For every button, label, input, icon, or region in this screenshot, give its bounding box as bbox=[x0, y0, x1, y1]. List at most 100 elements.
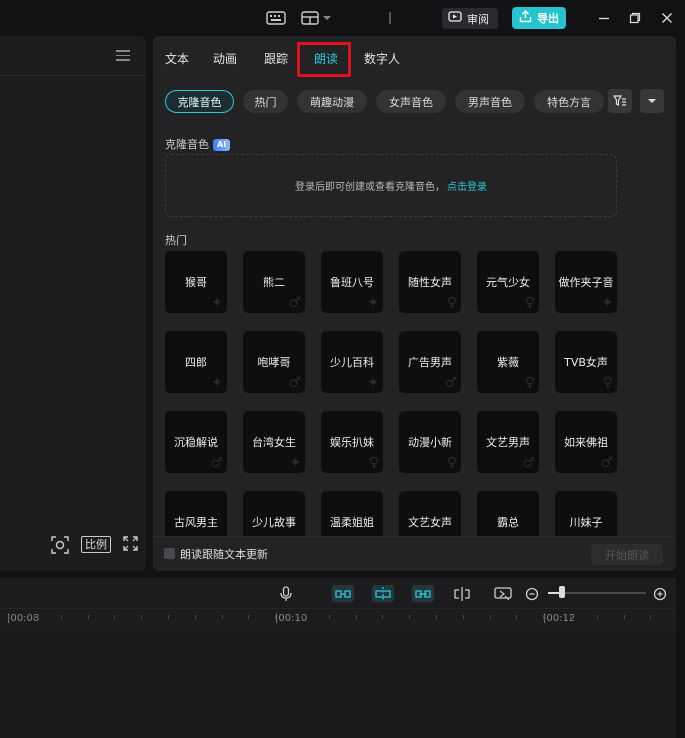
voice-card[interactable]: ✦ 鲁班八号 bbox=[321, 251, 383, 313]
clone-title-text: 克隆音色 bbox=[165, 138, 209, 151]
zoom-slider[interactable] bbox=[548, 586, 646, 598]
voice-deco-icon: ♂ bbox=[288, 375, 301, 391]
chevron-down-icon[interactable] bbox=[322, 9, 332, 27]
split-preview-icon[interactable] bbox=[453, 585, 471, 602]
clone-prompt: 登录后即可创建或查看克隆音色， bbox=[295, 182, 445, 193]
chip-cute-anime[interactable]: 萌趣动漫 bbox=[297, 90, 367, 113]
voice-label: 鲁班八号 bbox=[330, 276, 374, 289]
chip-dialect[interactable]: 特色方言 bbox=[534, 90, 604, 113]
menu-icon[interactable] bbox=[116, 50, 130, 62]
voice-label: 温柔姐姐 bbox=[330, 516, 374, 529]
screenshot-icon[interactable] bbox=[51, 536, 69, 554]
layout-icon[interactable] bbox=[300, 9, 320, 27]
close-icon[interactable] bbox=[660, 10, 674, 26]
track-area[interactable] bbox=[0, 630, 676, 738]
voice-card[interactable]: ♀ TVB女声 bbox=[555, 331, 617, 393]
ratio-button[interactable]: 比例 bbox=[81, 536, 111, 553]
export-button[interactable]: 导出 bbox=[512, 7, 566, 29]
link-clips-icon[interactable] bbox=[412, 585, 434, 602]
voice-card[interactable]: ♀ 娱乐扒妹 bbox=[321, 411, 383, 473]
tab-tracking[interactable]: 跟踪 bbox=[264, 50, 288, 67]
voice-deco-icon: ♀ bbox=[446, 455, 457, 471]
ruler-tick bbox=[302, 615, 303, 619]
voice-deco-icon: ✦ bbox=[289, 455, 301, 471]
voice-label: 元气少女 bbox=[486, 276, 530, 289]
voice-card[interactable]: ♀ 动漫小新 bbox=[399, 411, 461, 473]
ruler-tick bbox=[168, 615, 169, 619]
follow-text-checkbox[interactable] bbox=[164, 548, 175, 559]
voice-grid: ✦ 猴哥 ♂ 熊二 ✦ 鲁班八号 ♀ 随性女声 ♀ 元气少女 ✦ 做作夹子音 ✦ 四郎 ♂ 咆哮… bbox=[165, 251, 621, 553]
voice-card[interactable]: ♂ 如来佛祖 bbox=[555, 411, 617, 473]
voice-card[interactable]: ♂ 咆哮哥 bbox=[243, 331, 305, 393]
voice-card[interactable]: ✦ 少儿百科 bbox=[321, 331, 383, 393]
voice-label: 娱乐扒妹 bbox=[330, 436, 374, 449]
zoom-in-icon[interactable] bbox=[653, 585, 667, 602]
voice-label: 猴哥 bbox=[185, 276, 207, 289]
voice-deco-icon: ♂ bbox=[444, 375, 457, 391]
preview-axis-icon[interactable] bbox=[494, 585, 512, 602]
minimize-icon[interactable] bbox=[597, 10, 611, 26]
ruler-tick bbox=[624, 615, 625, 619]
chevron-down-icon[interactable] bbox=[640, 89, 664, 113]
voice-card[interactable]: ♂ 广告男声 bbox=[399, 331, 461, 393]
tab-animation[interactable]: 动画 bbox=[213, 50, 237, 67]
voice-deco-icon: ♀ bbox=[446, 295, 457, 311]
voice-card[interactable]: ♂ 熊二 bbox=[243, 251, 305, 313]
chip-hot[interactable]: 热门 bbox=[243, 90, 288, 113]
voice-label: 随性女声 bbox=[408, 276, 452, 289]
voice-label: 动漫小新 bbox=[408, 436, 452, 449]
chip-clone-voice[interactable]: 克隆音色 bbox=[165, 90, 234, 113]
tab-text[interactable]: 文本 bbox=[165, 50, 189, 67]
microphone-icon[interactable] bbox=[279, 585, 293, 602]
voice-card[interactable]: ♂ 文艺男声 bbox=[477, 411, 539, 473]
voice-label: TVB女声 bbox=[564, 356, 608, 369]
voice-card[interactable]: ✦ 猴哥 bbox=[165, 251, 227, 313]
voice-label: 咆哮哥 bbox=[257, 356, 291, 369]
zoom-out-icon[interactable] bbox=[525, 585, 539, 602]
voice-card[interactable]: ♂ 沉稳解说 bbox=[165, 411, 227, 473]
login-link[interactable]: 点击登录 bbox=[447, 178, 487, 193]
voice-label: 沉稳解说 bbox=[174, 436, 218, 449]
panel-tabs: 文本 动画 跟踪 朗读 数字人 bbox=[153, 36, 676, 80]
title-bar: 审阅 导出 bbox=[0, 0, 685, 36]
fullscreen-icon[interactable] bbox=[123, 536, 139, 554]
keyboard-icon[interactable] bbox=[266, 9, 286, 27]
voice-label: 紫薇 bbox=[497, 356, 519, 369]
start-reading-button[interactable]: 开始朗读 bbox=[591, 544, 663, 565]
export-label: 导出 bbox=[537, 12, 559, 25]
voice-label: 文艺女声 bbox=[408, 516, 452, 529]
voice-category-chips: 克隆音色 热门 萌趣动漫 女声音色 男声音色 特色方言 bbox=[165, 90, 665, 114]
timeline-ruler[interactable]: |00:08 |00:10 |00:12 bbox=[0, 608, 676, 630]
voice-label: 四郎 bbox=[185, 356, 207, 369]
voice-card[interactable]: ♀ 元气少女 bbox=[477, 251, 539, 313]
review-button[interactable]: 审阅 bbox=[442, 8, 498, 29]
zoom-handle[interactable] bbox=[559, 586, 565, 598]
voice-deco-icon: ♂ bbox=[288, 295, 301, 311]
voice-label: 广告男声 bbox=[408, 356, 452, 369]
ruler-tick bbox=[195, 615, 196, 619]
voice-deco-icon: ♀ bbox=[524, 375, 535, 391]
ruler-tick bbox=[570, 615, 571, 619]
reading-panel: 文本 动画 跟踪 朗读 数字人 克隆音色 热门 萌趣动漫 女声音色 男声音色 特… bbox=[153, 36, 676, 571]
clone-voice-box: 登录后即可创建或查看克隆音色， 点击登录 bbox=[165, 154, 617, 217]
filter-icon[interactable] bbox=[608, 89, 632, 113]
ruler-tick bbox=[543, 615, 544, 619]
tab-digital-human[interactable]: 数字人 bbox=[364, 50, 400, 67]
follow-text-label[interactable]: 朗读跟随文本更新 bbox=[180, 546, 268, 562]
player-header bbox=[0, 36, 146, 76]
voice-card[interactable]: ♀ 随性女声 bbox=[399, 251, 461, 313]
ruler-tick bbox=[248, 615, 249, 619]
voice-card[interactable]: ♀ 紫薇 bbox=[477, 331, 539, 393]
main-track-magnet-icon[interactable] bbox=[332, 585, 354, 602]
voice-card[interactable]: ✦ 做作夹子音 bbox=[555, 251, 617, 313]
voice-deco-icon: ♂ bbox=[600, 455, 613, 471]
ruler-tick bbox=[329, 615, 330, 619]
auto-snap-icon[interactable] bbox=[372, 585, 394, 602]
voice-deco-icon: ✦ bbox=[211, 295, 223, 311]
voice-card[interactable]: ✦ 四郎 bbox=[165, 331, 227, 393]
chip-female-voice[interactable]: 女声音色 bbox=[376, 90, 446, 113]
voice-card[interactable]: ✦ 台湾女生 bbox=[243, 411, 305, 473]
voice-deco-icon: ♂ bbox=[522, 455, 535, 471]
chip-male-voice[interactable]: 男声音色 bbox=[455, 90, 525, 113]
maximize-icon[interactable] bbox=[628, 10, 642, 26]
